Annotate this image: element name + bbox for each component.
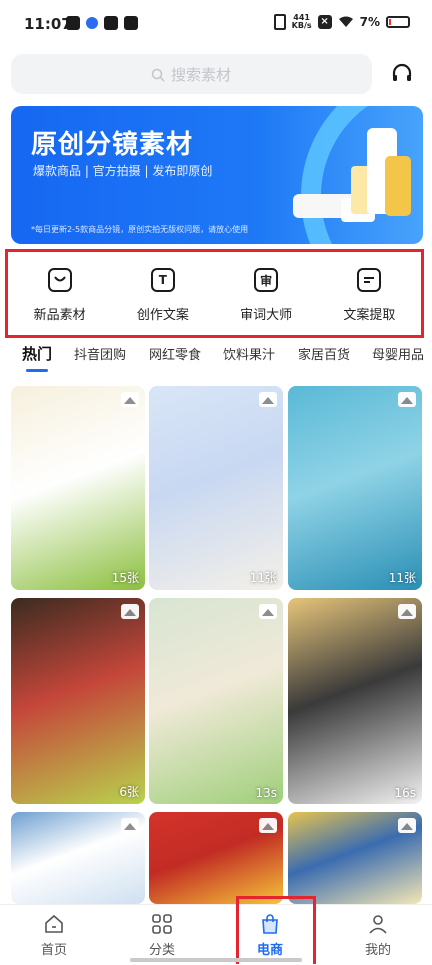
image-type-icon [259,604,277,619]
material-thumbnail [11,598,145,804]
tiktok-icon [66,16,80,30]
status-right: 441 KB/s × 7% [273,14,410,30]
battery-percent: 7% [359,15,380,29]
status-app-icons [66,16,138,30]
image-type-icon [259,392,277,407]
material-card[interactable]: 11张 [288,386,422,590]
media-count: 11张 [249,571,277,585]
tool-copywriting[interactable]: T 创作文案 [111,252,214,335]
image-type-icon [121,392,139,407]
active-tab-indicator [26,369,48,372]
material-thumbnail [288,598,422,804]
media-count: 15张 [111,571,139,585]
tab-douyin-group[interactable]: 抖音团购 [74,344,126,363]
text-icon: T [150,268,175,292]
image-type-icon [398,392,416,407]
search-placeholder: 搜索素材 [171,66,232,84]
material-card[interactable] [149,812,283,904]
media-count: 11张 [388,571,416,585]
tab-hot[interactable]: 热门 [22,343,52,364]
paw-icon [86,17,98,29]
material-thumbnail [149,386,283,590]
banner-subtitle: 爆款商品 | 官方拍摄 | 发布即原创 [33,164,213,178]
image-type-icon [121,818,139,833]
nav-home[interactable]: 首页 [0,905,108,965]
vibrate-icon [273,14,286,30]
material-card[interactable] [11,812,145,904]
tool-label: 审词大师 [240,308,293,323]
image-type-icon [398,604,416,619]
nav-profile[interactable]: 我的 [324,905,432,965]
tab-snacks[interactable]: 网红零食 [149,344,201,363]
bottom-nav: 首页 分类 电商 我的 [0,904,432,965]
promo-banner[interactable]: 原创分镜素材 爆款商品 | 官方拍摄 | 发布即原创 *每日更新2-5款商品分镜… [11,106,423,244]
review-icon: 审 [254,268,279,292]
material-thumbnail [288,386,422,590]
tool-label: 文案提取 [343,308,396,323]
home-icon [45,914,63,933]
x-app-icon: × [317,15,332,29]
tool-label: 创作文案 [136,308,189,323]
tab-home-goods[interactable]: 家居百货 [298,344,350,363]
image-type-icon [398,818,416,833]
network-speed-unit: KB/s [291,21,312,30]
media-count: 13s [255,786,277,800]
image-type-icon [259,818,277,833]
extract-icon [357,268,382,292]
nav-label: 首页 [40,943,67,958]
search-bar[interactable]: 搜索素材 [11,54,372,94]
profile-icon [369,915,387,934]
tool-text-extract[interactable]: 文案提取 [318,252,421,335]
material-card[interactable]: 6张 [11,598,145,804]
search-placeholder-wrap: 搜索素材 [151,64,231,85]
battery-icon [386,16,410,28]
customer-service-icon[interactable] [390,62,414,86]
box-icon [104,16,118,30]
category-icon [152,914,172,934]
media-count: 6张 [119,785,139,799]
nav-label: 分类 [148,943,175,958]
link-icon [124,16,138,30]
material-card[interactable]: 11张 [149,386,283,590]
nav-category[interactable]: 分类 [108,905,216,965]
bag-icon [47,268,72,292]
wifi-icon [338,16,353,27]
media-count: 16s [394,786,416,800]
banner-product-bottle [385,156,411,216]
tab-drinks[interactable]: 饮料果汁 [223,344,275,363]
material-card[interactable]: 16s [288,598,422,804]
material-thumbnail [149,598,283,804]
home-indicator [130,958,302,962]
nav-label: 我的 [364,943,391,958]
search-icon [151,68,165,82]
tab-baby[interactable]: 母婴用品 [372,344,424,363]
material-card[interactable]: 13s [149,598,283,804]
tool-review-master[interactable]: 审 审词大师 [215,252,318,335]
tool-label: 新品素材 [33,308,86,323]
material-thumbnail [11,386,145,590]
material-card[interactable] [288,812,422,904]
nav-highlight-box [236,896,316,964]
material-card[interactable]: 15张 [11,386,145,590]
image-type-icon [121,604,139,619]
banner-title: 原创分镜素材 [31,130,194,160]
tool-new-products[interactable]: 新品素材 [8,252,111,335]
tool-shortcuts: 新品素材 T 创作文案 审 审词大师 文案提取 [5,249,424,338]
status-time: 11:07 [24,15,72,33]
banner-note: *每日更新2-5款商品分镜，原创实拍无版权问题，请放心使用 [31,225,249,234]
network-speed: 441 KB/s [292,14,312,30]
category-tabs: 热门 抖音团购 网红零食 饮料果汁 家居百货 母婴用品 [0,340,432,374]
status-bar: 11:07 441 KB/s × 7% [0,0,432,50]
